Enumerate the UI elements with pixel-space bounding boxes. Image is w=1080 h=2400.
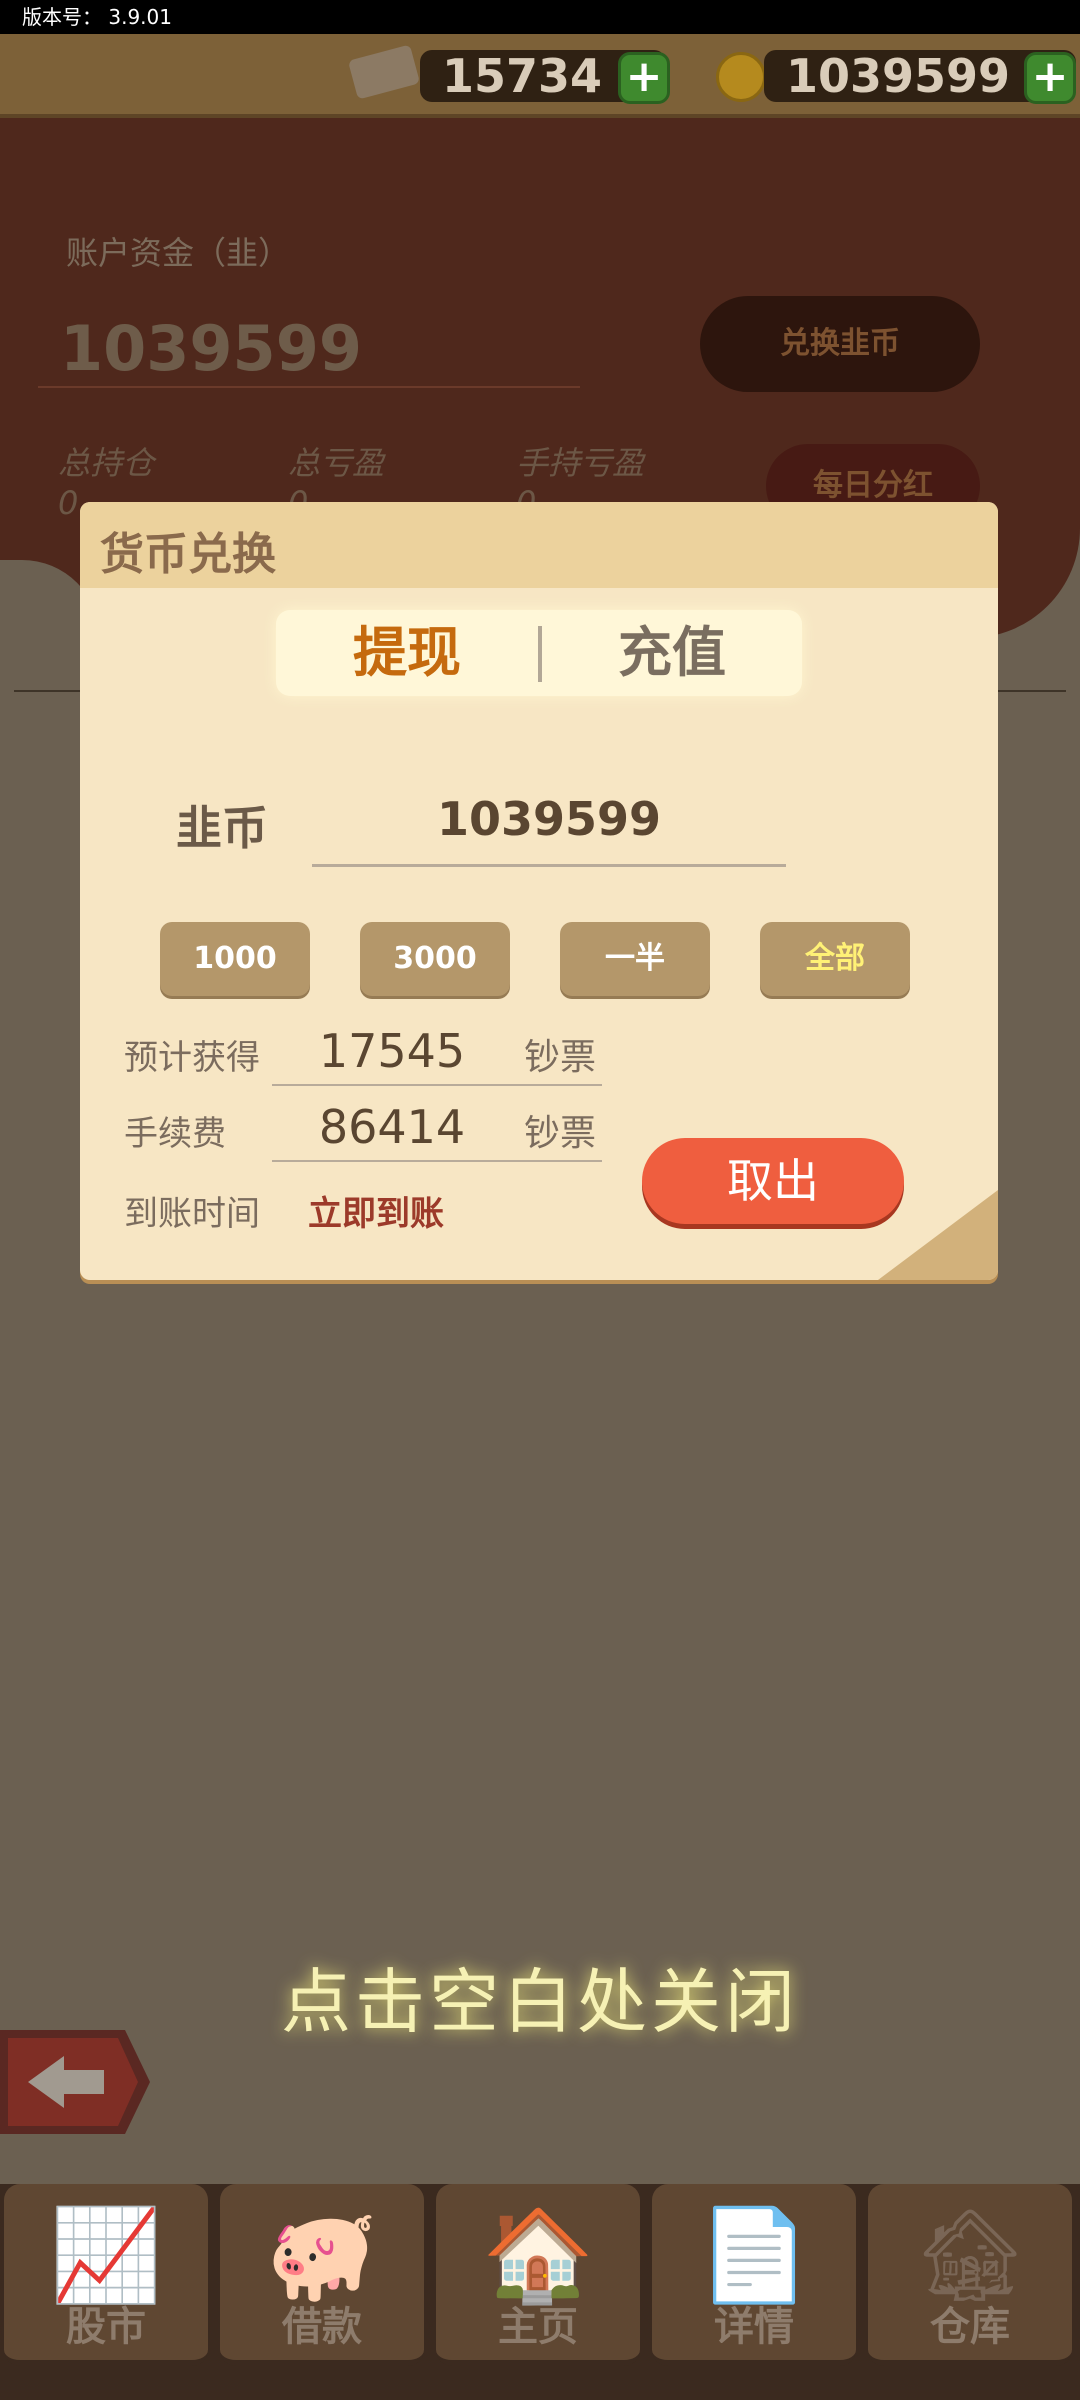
amount-underline [312, 864, 786, 867]
document-icon: 📄 [697, 2203, 811, 2308]
exchange-button[interactable]: 兑换韭币 [700, 296, 980, 392]
quick-all-button[interactable]: 全部 [760, 922, 910, 996]
add-coins-button[interactable]: + [1024, 52, 1076, 104]
arrival-label: 到账时间 [124, 1194, 260, 1234]
fee-value: 86414 [318, 1100, 466, 1154]
fee-underline [272, 1160, 602, 1162]
expected-value: 17545 [318, 1024, 466, 1078]
amount-input[interactable]: 1039599 [312, 792, 786, 846]
expected-underline [272, 1084, 602, 1086]
total-pnl-label: 总亏盈 [288, 444, 385, 482]
expected-unit: 钞票 [524, 1037, 597, 1078]
add-banknotes-button[interactable]: + [618, 52, 670, 104]
currency-header: 15734 + 1039599 + [0, 34, 1080, 118]
home-icon: 🏠 [481, 2203, 595, 2308]
nav-label-details: 详情 [714, 2304, 794, 2350]
close-hint[interactable]: 点击空白处关闭 [0, 1946, 1080, 2047]
banknote-icon [347, 44, 421, 100]
currency-exchange-dialog: 货币兑换 提现 充值 韭币 1039599 1000 3000 一半 全部 预计… [80, 502, 998, 1280]
decorative-corner [878, 1190, 998, 1280]
back-arrow-shaft [62, 2070, 104, 2094]
total-holdings-value: 0 [58, 484, 79, 522]
nav-warehouse[interactable]: 🏚 仓库 [868, 2184, 1072, 2366]
coin-count: 1039599 [786, 49, 1011, 103]
tab-withdraw[interactable]: 提现 [276, 610, 538, 696]
back-arrow-icon [28, 2056, 64, 2108]
piggy-bank-icon: 🐖 [265, 2203, 379, 2308]
tab-recharge[interactable]: 充值 [542, 610, 802, 696]
nav-home[interactable]: 🏠 主页 [436, 2184, 640, 2366]
bottom-nav: 📈 股市 🐖 借款 🏠 主页 📄 详情 🏚 仓库 [0, 2184, 1080, 2400]
warehouse-icon: 🏚 [912, 2203, 1028, 2308]
version-text: 版本号： 3.9.01 [0, 0, 1080, 34]
fee-label: 手续费 [124, 1114, 226, 1154]
nav-label-loan: 借款 [282, 2304, 362, 2350]
tab-bar: 提现 充值 [276, 610, 802, 696]
holding-pnl-label: 手持亏盈 [516, 444, 645, 482]
fee-unit: 钞票 [524, 1113, 597, 1154]
stock-chart-icon: 📈 [49, 2203, 163, 2308]
quick-half-button[interactable]: 一半 [560, 922, 710, 996]
withdraw-button[interactable]: 取出 [642, 1138, 904, 1224]
currency-label: 韭币 [176, 801, 268, 855]
nav-label-home: 主页 [498, 2304, 578, 2350]
nav-label-warehouse: 仓库 [930, 2304, 1010, 2350]
total-holdings-label: 总持仓 [58, 444, 155, 482]
dialog-title: 货币兑换 [100, 529, 276, 580]
nav-details[interactable]: 📄 详情 [652, 2184, 856, 2366]
funds-value: 1039599 [60, 312, 362, 385]
quick-3000-button[interactable]: 3000 [360, 922, 510, 996]
arrival-value: 立即到账 [308, 1194, 444, 1234]
banknote-count: 15734 [442, 49, 603, 103]
quick-1000-button[interactable]: 1000 [160, 922, 310, 996]
expected-label: 预计获得 [124, 1038, 260, 1078]
funds-label: 账户资金（韭） [66, 234, 291, 272]
funds-underline [38, 386, 580, 388]
nav-label-stock: 股市 [66, 2304, 146, 2350]
nav-loan[interactable]: 🐖 借款 [220, 2184, 424, 2366]
nav-stock-market[interactable]: 📈 股市 [4, 2184, 208, 2366]
coin-icon [716, 52, 766, 102]
